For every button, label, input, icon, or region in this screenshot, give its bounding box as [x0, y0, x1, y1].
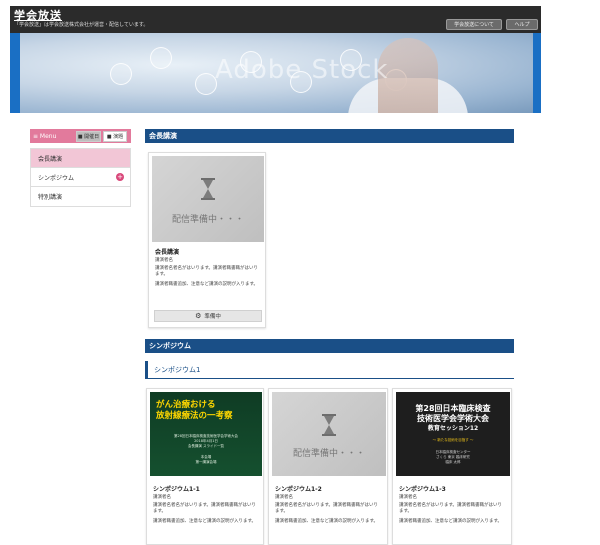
- preparing-button-label: 準備中: [204, 314, 221, 320]
- sidebar-menu-bar: ≡ Menu ■ 開催日 ■ 演題: [30, 129, 131, 143]
- sidebar-item-special-lecture[interactable]: 特別講演: [31, 187, 130, 206]
- section-header-president: 会長講演: [145, 129, 514, 143]
- sidebar-item-symposium[interactable]: シンポジウム +: [31, 168, 130, 187]
- card-thumbnail-slide: がん治療おける 放射線療法の一考察 第28回日本臨床検査技術医学会学術大会 20…: [150, 392, 262, 476]
- slide-title: 第28回日本臨床検査 技術医学会学術大会 教育セッション12: [415, 404, 491, 432]
- hourglass-icon: [201, 178, 215, 200]
- sidebar-item-label: シンポジウム: [38, 174, 75, 182]
- tab-by-date[interactable]: ■ 開催日: [76, 130, 101, 142]
- lecture-card[interactable]: 配信準備中・・・ シンポジウム1-2 講演者名 講演者名者名がはいります。講演者…: [268, 388, 388, 545]
- card-description: 講演者名者名がはいります。講演者職書職がはいります。: [399, 503, 503, 514]
- card-title: シンポジウム1-3: [399, 486, 446, 493]
- card-thumbnail-pending: 配信準備中・・・: [152, 156, 264, 242]
- lecture-card[interactable]: 第28回日本臨床検査 技術医学会学術大会 教育セッション12 〜 新たな技術を目…: [392, 388, 512, 545]
- sidebar-item-label: 会長講演: [38, 155, 63, 163]
- card-speaker: 講演者名: [399, 495, 417, 500]
- card-thumbnail-pending: 配信準備中・・・: [272, 392, 386, 476]
- banner-watermark: Adobe Stock: [215, 55, 389, 85]
- card-description-extra: 講演者職書追加、注意など講演の説明が入ります。: [399, 519, 503, 524]
- card-description: 講演者名者名がはいります。講演者職書職がはいります。: [155, 266, 259, 277]
- card-description-extra: 講演者職書追加、注意など講演の説明が入ります。: [275, 519, 379, 524]
- pending-label: 配信準備中・・・: [292, 449, 365, 459]
- card-thumbnail-slide: 第28回日本臨床検査 技術医学会学術大会 教育セッション12 〜 新たな技術を目…: [396, 392, 510, 476]
- banner-image: Adobe Stock: [20, 33, 533, 113]
- lecture-card[interactable]: 配信準備中・・・ 会長講演 講演者名 講演者名者名がはいります。講演者職書職がは…: [148, 152, 266, 328]
- slide-subtitle: 〜 新たな技術を目指す 〜: [432, 438, 474, 442]
- card-title: シンポジウム1-1: [153, 486, 200, 493]
- card-description-extra: 講演者職書追加、注意など講演の説明が入ります。: [155, 282, 259, 287]
- lecture-card[interactable]: がん治療おける 放射線療法の一考察 第28回日本臨床検査技術医学会学術大会 20…: [146, 388, 264, 545]
- card-title: 会長講演: [155, 249, 180, 256]
- hourglass-icon: [322, 414, 336, 436]
- sidebar-list: 会長講演 シンポジウム + 特別講演: [30, 148, 131, 207]
- help-button[interactable]: ヘルプ: [506, 19, 538, 30]
- gear-icon: ⚙: [195, 312, 202, 320]
- card-description: 講演者名者名がはいります。講演者職書職がはいります。: [275, 503, 379, 514]
- pending-label: 配信準備中・・・: [171, 215, 244, 225]
- card-description: 講演者名者名がはいります。講演者職書職がはいります。: [153, 503, 257, 514]
- sidebar-item-label: 特別講演: [38, 194, 63, 201]
- hero-banner: Adobe Stock: [10, 33, 541, 113]
- card-title: シンポジウム1-2: [275, 486, 322, 493]
- slide-info: 臨床 太郎: [445, 460, 461, 464]
- preparing-button[interactable]: ⚙ 準備中: [154, 310, 262, 322]
- card-speaker: 講演者名: [155, 258, 173, 263]
- sidebar-item-president-lecture[interactable]: 会長講演: [31, 149, 130, 168]
- slide-title: がん治療おける 放射線療法の一考察: [156, 400, 233, 421]
- expand-plus-icon[interactable]: +: [116, 173, 124, 181]
- slide-footer: 第一講演会場: [195, 460, 217, 464]
- menu-label[interactable]: ≡ Menu: [30, 133, 74, 140]
- top-header: 学会放送 「学会放送」は学会放送株式会社が運営・配信しています。 学会放送につい…: [10, 6, 541, 33]
- card-speaker: 講演者名: [153, 495, 171, 500]
- section-header-symposium: シンポジウム: [145, 339, 514, 353]
- site-subtitle: 「学会放送」は学会放送株式会社が運営・配信しています。: [14, 22, 149, 28]
- tab-by-program[interactable]: ■ 演題: [103, 130, 127, 142]
- card-description-extra: 講演者職書追加、注意など講演の説明が入ります。: [153, 519, 257, 524]
- subsection-header-symposium1: シンポジウム1: [145, 361, 514, 379]
- slide-info: 会長講演 スライド一覧: [187, 444, 225, 448]
- card-speaker: 講演者名: [275, 495, 293, 500]
- about-button[interactable]: 学会放送について: [446, 19, 502, 30]
